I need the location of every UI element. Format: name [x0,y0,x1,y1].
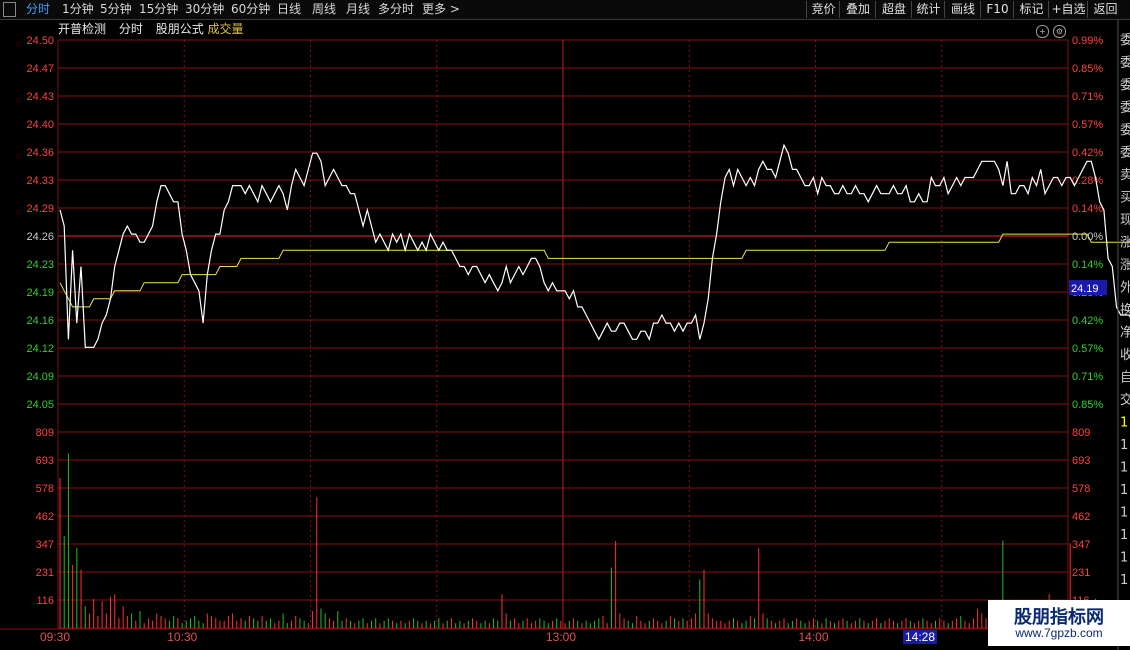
volume-tick-label: 462 [36,511,54,523]
avg-price-line [59,233,1130,308]
current-price-label: 24.19 [1071,283,1099,295]
pct-tick-label: 0.85% [1072,63,1103,75]
time-axis-label: 13:00 [546,630,576,644]
volume-tick-label: 116 [36,595,54,607]
right-panel-char: 委 [1120,146,1130,161]
right-panel-char: 现 [1120,213,1130,228]
pct-tick-label: 0.85% [1072,399,1103,411]
right-panel-char: 1 [1120,528,1128,543]
volume-tick-label: 231 [36,567,54,579]
intraday-chart[interactable]: 24.50 0.99% 24.47 0.85% 24.43 0.71% 24.40 0.57%… [0,0,1130,650]
price-tick-label: 24.09 [26,371,54,383]
price-tick-label: 24.29 [26,203,54,215]
right-panel-char: 1 [1120,551,1128,566]
current-time-label: 14:28 [905,630,935,644]
pct-tick-label: 0.42% [1072,147,1103,159]
price-tick-label: 24.43 [26,91,54,103]
price-tick-label: 24.16 [26,315,54,327]
pct-tick-label: 0.57% [1072,343,1103,355]
right-panel-char: 涨 [1120,236,1130,251]
right-panel-char: 卖 [1120,168,1130,183]
volume-tick-label: 578 [1072,483,1090,495]
right-panel-char: 委 [1120,56,1130,71]
price-tick-label: 24.47 [26,63,54,75]
price-tick-label: 24.40 [26,119,54,131]
right-panel-char: 1 [1120,506,1128,521]
right-panel-char: 买 [1120,191,1130,206]
right-panel-char: 委 [1120,123,1130,138]
pct-tick-label: 0.14% [1072,203,1103,215]
volume-tick-label: 693 [1072,455,1090,467]
price-tick-label: 24.50 [26,35,54,47]
price-tick-label: 24.36 [26,147,54,159]
volume-tick-label: 693 [36,455,54,467]
price-tick-label: 24.19 [26,287,54,299]
right-panel-char: 自 [1120,371,1130,386]
right-panel-char: 换 [1120,303,1130,318]
right-panel-char: 净 [1120,326,1130,341]
volume-tick-label: 462 [1072,511,1090,523]
site-watermark: 股朋指标网 www.7gpzb.com [988,600,1130,646]
time-axis-label: 10:30 [167,630,197,644]
right-panel-char: 交 [1120,392,1130,408]
right-panel-char: 1 [1120,461,1128,476]
volume-tick-label: 578 [36,483,54,495]
right-panel-char: 1 [1120,573,1128,588]
volume-tick-label: 809 [36,427,54,439]
right-panel-char: 委 [1120,33,1130,48]
watermark-url: www.7gpzb.com [1015,626,1103,640]
pct-tick-label: 0.00% [1072,231,1103,243]
price-tick-label: 24.05 [26,399,54,411]
right-panel-char: 1 [1120,438,1128,453]
pct-tick-label: 0.71% [1072,371,1103,383]
pct-tick-label: 0.99% [1072,35,1103,47]
time-axis-label: 09:30 [40,630,70,644]
pct-tick-label: 0.71% [1072,91,1103,103]
right-panel-char: 委 [1120,78,1130,93]
price-tick-label: 24.23 [26,259,54,271]
volume-tick-label: 231 [1072,567,1090,579]
pct-tick-label: 0.14% [1072,259,1103,271]
right-panel-char: 1 [1120,483,1128,498]
right-panel-char: 外 [1120,281,1130,296]
right-panel-char: 1 [1120,416,1128,431]
volume-tick-label: 347 [1072,539,1090,551]
price-tick-label: 24.33 [26,175,54,187]
price-tick-label: 24.26 [26,231,54,243]
price-tick-label: 24.12 [26,343,54,355]
price-line [59,143,1130,348]
right-panel-char: 委 [1120,101,1130,116]
volume-tick-label: 809 [1072,427,1090,439]
right-panel-char: 涨 [1120,258,1130,273]
pct-tick-label: 0.42% [1072,315,1103,327]
pct-tick-label: 0.57% [1072,119,1103,131]
volume-tick-label: 347 [36,539,54,551]
right-panel-char: 收 [1120,348,1130,363]
time-axis-label: 14:00 [799,630,829,644]
